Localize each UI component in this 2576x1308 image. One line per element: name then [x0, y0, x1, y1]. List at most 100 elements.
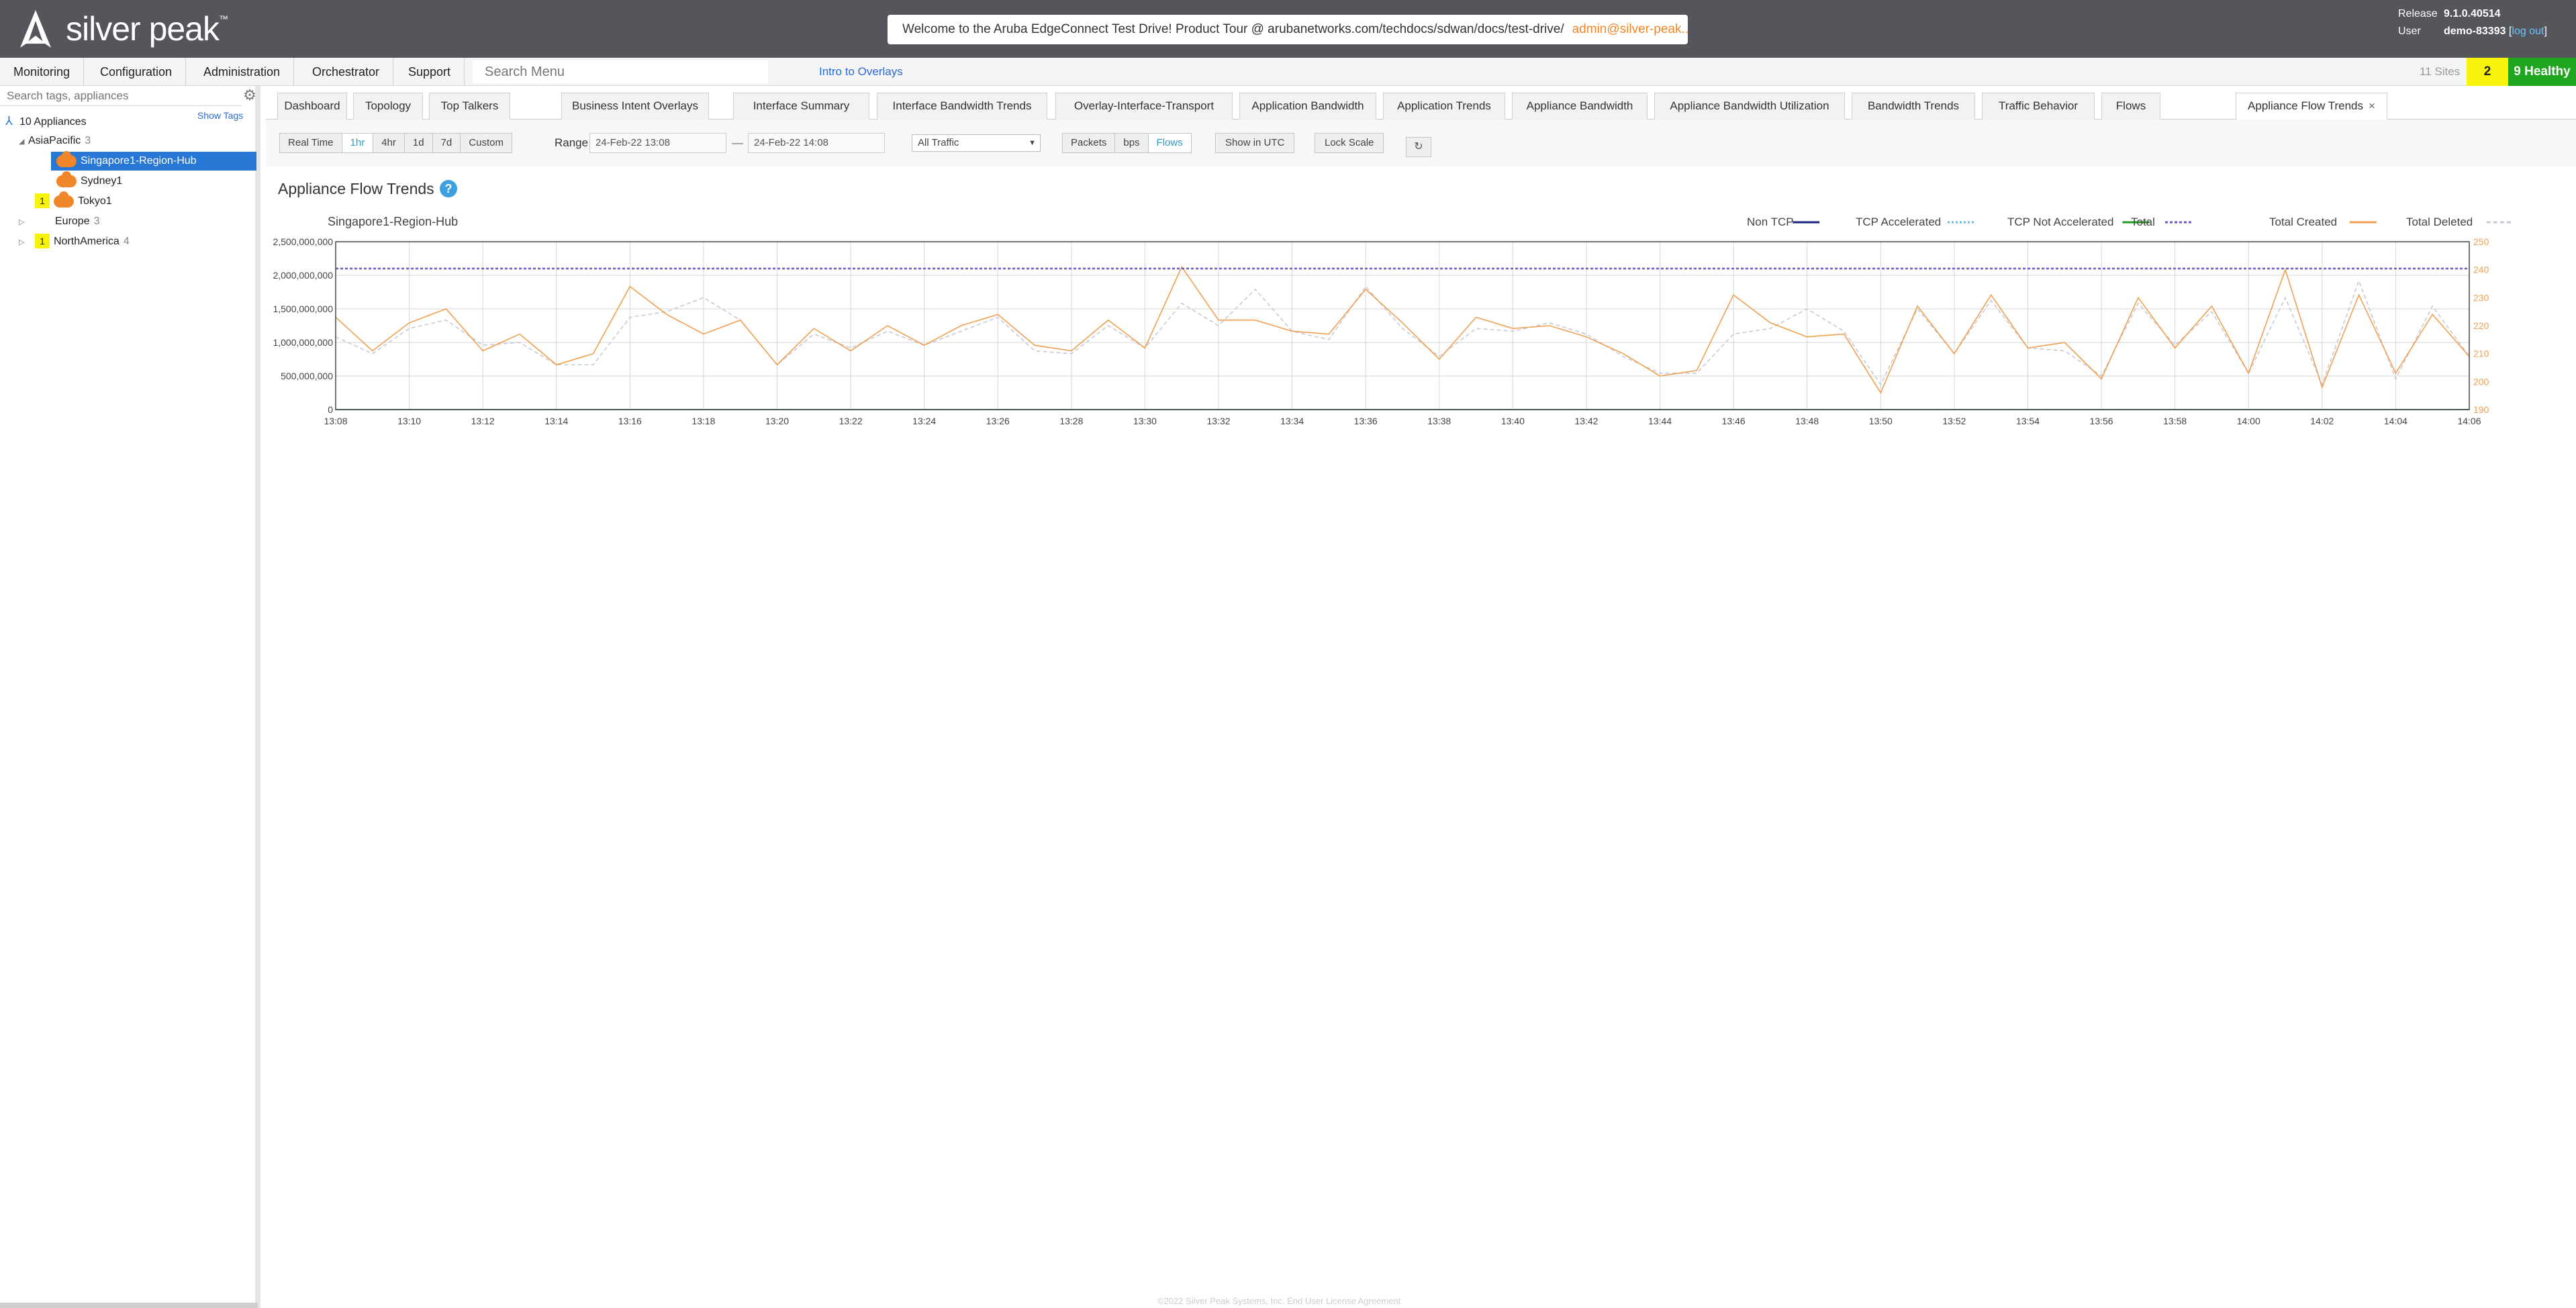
tab-label: Traffic Behavior	[1998, 99, 2079, 112]
close-tab-icon[interactable]: ×	[2369, 99, 2375, 112]
legend-label: Total	[2131, 216, 2155, 228]
menu-orchestrator[interactable]: Orchestrator	[299, 58, 394, 86]
tree-appliance-singapore[interactable]: Singapore1-Region-Hub	[51, 150, 256, 171]
welcome-user-link[interactable]: admin@silver-peak....	[1572, 22, 1688, 37]
caret-right-icon[interactable]: ▷	[19, 213, 28, 232]
y-left-tick-label: 2,000,000,000	[273, 270, 333, 281]
sites-count[interactable]: 11 Sites	[2413, 58, 2467, 86]
4hr-button[interactable]: 4hr	[373, 134, 405, 152]
x-tick-label: 13:10	[397, 416, 421, 426]
caret-right-icon[interactable]: ▷	[19, 233, 28, 252]
x-tick-label: 13:34	[1280, 416, 1304, 426]
x-tick-label: 13:28	[1059, 416, 1083, 426]
group-count: 3	[93, 216, 100, 227]
cloud-appliance-icon	[56, 150, 77, 167]
traffic-filter-value: All Traffic	[918, 137, 959, 148]
intro-to-overlays-link[interactable]: Intro to Overlays	[819, 58, 903, 86]
bps-button[interactable]: bps	[1115, 134, 1149, 152]
appliance-name: Sydney1	[81, 175, 123, 187]
tree-group-europe[interactable]: ▷ Europe 3	[19, 212, 100, 231]
tab-business-intent-overlays[interactable]: Business Intent Overlays	[561, 93, 709, 120]
y-right-tick-label: 250	[2473, 236, 2489, 247]
tree-search-input[interactable]	[0, 86, 242, 106]
footer: ©2022 Silver Peak Systems, Inc. End User…	[1157, 1296, 1400, 1306]
tab-label: Flows	[2115, 99, 2146, 112]
warning-count-badge[interactable]: 2	[2467, 58, 2508, 86]
tab-bandwidth-trends[interactable]: Bandwidth Trends	[1852, 93, 1975, 120]
eula-link[interactable]: End User License Agreement	[1287, 1296, 1400, 1306]
tree-appliance-sydney[interactable]: Sydney1	[56, 171, 123, 191]
tab-label: Top Talkers	[440, 99, 499, 112]
x-tick-label: 13:46	[1722, 416, 1746, 426]
alarm-count-badge[interactable]: 1	[35, 193, 50, 208]
show-in-utc-button[interactable]: Show in UTC	[1215, 133, 1295, 153]
logout-link[interactable]: log out	[2512, 26, 2544, 37]
page-title: Appliance Flow Trends	[278, 180, 434, 197]
appliance-name: Singapore1-Region-Hub	[81, 155, 197, 167]
tab-overlay-interface-transport[interactable]: Overlay-Interface-Transport	[1055, 93, 1233, 120]
tab-top-talkers[interactable]: Top Talkers	[429, 93, 510, 120]
tree-group-asiapacific[interactable]: ◢ AsiaPacific 3	[19, 132, 91, 150]
x-tick-label: 13:32	[1207, 416, 1231, 426]
tree-group-northamerica[interactable]: ▷ 1 NorthAmerica 4	[19, 232, 130, 251]
appliance-name: Tokyo1	[78, 195, 112, 207]
show-tags-link[interactable]: Show Tags	[197, 110, 243, 121]
tab-label: Dashboard	[284, 99, 340, 112]
tab-appliance-flow-trends[interactable]: Appliance Flow Trends ×	[2236, 93, 2387, 120]
x-tick-label: 13:18	[691, 416, 715, 426]
range-start-input[interactable]: 24-Feb-22 13:08	[589, 133, 726, 153]
x-tick-label: 13:08	[324, 416, 347, 426]
alarm-count-badge[interactable]: 1	[35, 234, 50, 248]
y-left-tick-label: 1,000,000,000	[273, 337, 333, 348]
custom-button[interactable]: Custom	[461, 134, 512, 152]
y-right-tick-label: 190	[2473, 404, 2489, 415]
user-label: User	[2398, 26, 2421, 37]
tab-application-bandwidth[interactable]: Application Bandwidth	[1239, 93, 1376, 120]
tree-appliance-tokyo[interactable]: 1 Tokyo1	[35, 191, 112, 211]
tab-bar: Dashboard Topology Top Talkers Business …	[266, 86, 2576, 120]
7d-button[interactable]: 7d	[433, 134, 461, 152]
menu-monitoring[interactable]: Monitoring	[0, 58, 85, 86]
y-right-tick-label: 200	[2473, 376, 2489, 387]
tree-root[interactable]: ⅄ 10 Appliances	[5, 111, 87, 130]
caret-down-icon[interactable]: ◢	[19, 132, 28, 151]
tab-application-trends[interactable]: Application Trends	[1383, 93, 1505, 120]
tab-appliance-bandwidth-utilization[interactable]: Appliance Bandwidth Utilization	[1654, 93, 1845, 120]
tab-label: Interface Summary	[753, 99, 850, 112]
1d-button[interactable]: 1d	[405, 134, 433, 152]
traffic-filter-select[interactable]: All Traffic ▼	[912, 134, 1041, 152]
x-tick-label: 13:44	[1648, 416, 1672, 426]
tab-interface-summary[interactable]: Interface Summary	[733, 93, 869, 120]
x-tick-label: 13:56	[2090, 416, 2113, 426]
x-tick-label: 13:26	[986, 416, 1010, 426]
menu-configuration[interactable]: Configuration	[87, 58, 187, 86]
refresh-icon[interactable]: ↻	[1406, 137, 1431, 157]
app-header: silver peak ™ Welcome to the Aruba EdgeC…	[0, 0, 2576, 58]
search-menu-input[interactable]	[473, 60, 768, 83]
tab-label: Application Trends	[1397, 99, 1491, 112]
help-icon[interactable]: ?	[440, 180, 457, 197]
healthy-count-badge[interactable]: 9 Healthy	[2508, 58, 2576, 86]
gear-icon[interactable]: ⚙	[242, 87, 258, 103]
tab-appliance-bandwidth[interactable]: Appliance Bandwidth	[1512, 93, 1648, 120]
tab-flows[interactable]: Flows	[2101, 93, 2160, 120]
tab-dashboard[interactable]: Dashboard	[277, 93, 347, 120]
y-axis-left: 0 500,000,000 1,000,000,000 1,500,000,000 2,…	[273, 236, 333, 415]
range-end-input[interactable]: 24-Feb-22 14:08	[748, 133, 885, 153]
x-tick-label: 13:24	[912, 416, 936, 426]
menu-administration[interactable]: Administration	[190, 58, 295, 86]
silver-peak-logo[interactable]: silver peak ™	[15, 7, 228, 51]
legend-label: TCP Not Accelerated	[2007, 216, 2113, 228]
menu-support[interactable]: Support	[395, 58, 465, 86]
flows-button[interactable]: Flows	[1148, 134, 1191, 152]
tab-interface-bandwidth-trends[interactable]: Interface Bandwidth Trends	[877, 93, 1047, 120]
tab-topology[interactable]: Topology	[353, 93, 423, 120]
lock-scale-button[interactable]: Lock Scale	[1315, 133, 1384, 153]
x-tick-label: 14:04	[2384, 416, 2407, 426]
y-right-tick-label: 230	[2473, 292, 2489, 303]
realtime-button[interactable]: Real Time	[280, 134, 342, 152]
tab-traffic-behavior[interactable]: Traffic Behavior	[1982, 93, 2095, 120]
1hr-button[interactable]: 1hr	[342, 134, 374, 152]
packets-button[interactable]: Packets	[1063, 134, 1116, 152]
sidebar-scrollbar[interactable]	[0, 1303, 258, 1308]
